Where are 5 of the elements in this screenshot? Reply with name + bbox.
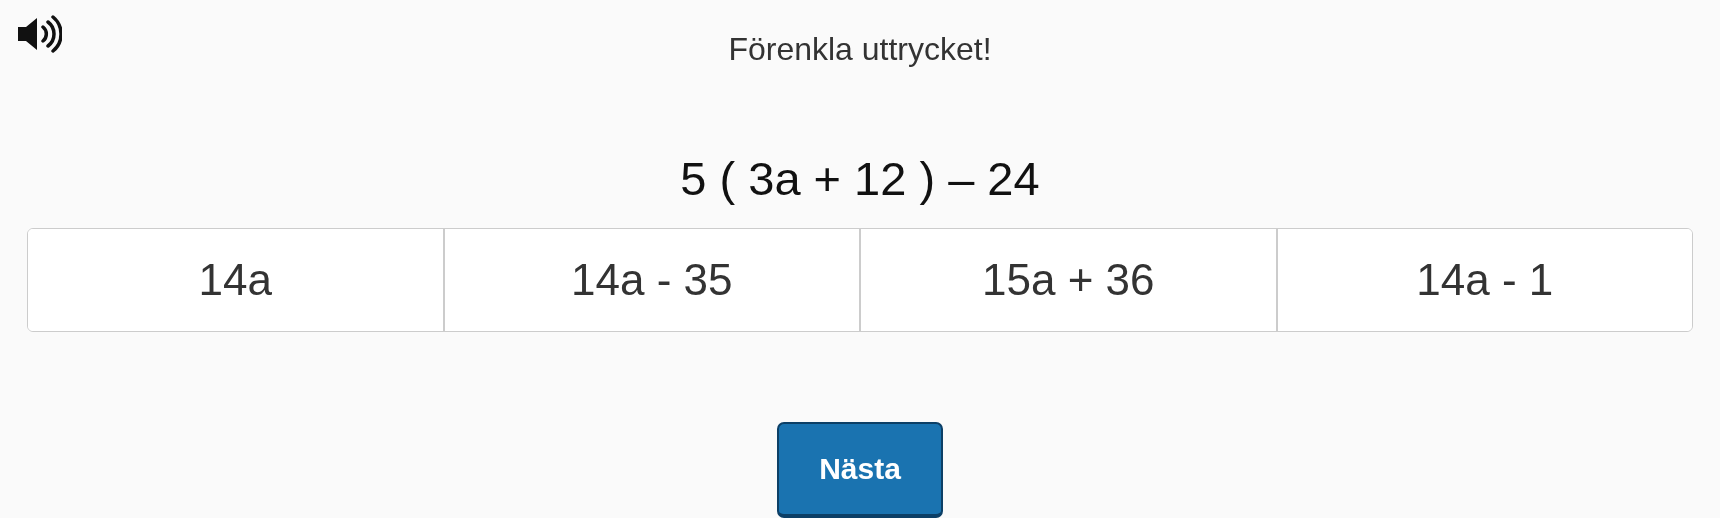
instruction-text: Förenkla uttrycket!	[728, 30, 992, 69]
answer-option[interactable]: 14a - 1	[1275, 229, 1692, 331]
math-expression: 5 ( 3a + 12 ) – 24	[680, 152, 1040, 206]
next-button[interactable]: Nästa	[777, 422, 943, 518]
speaker-icon[interactable]	[16, 14, 62, 54]
